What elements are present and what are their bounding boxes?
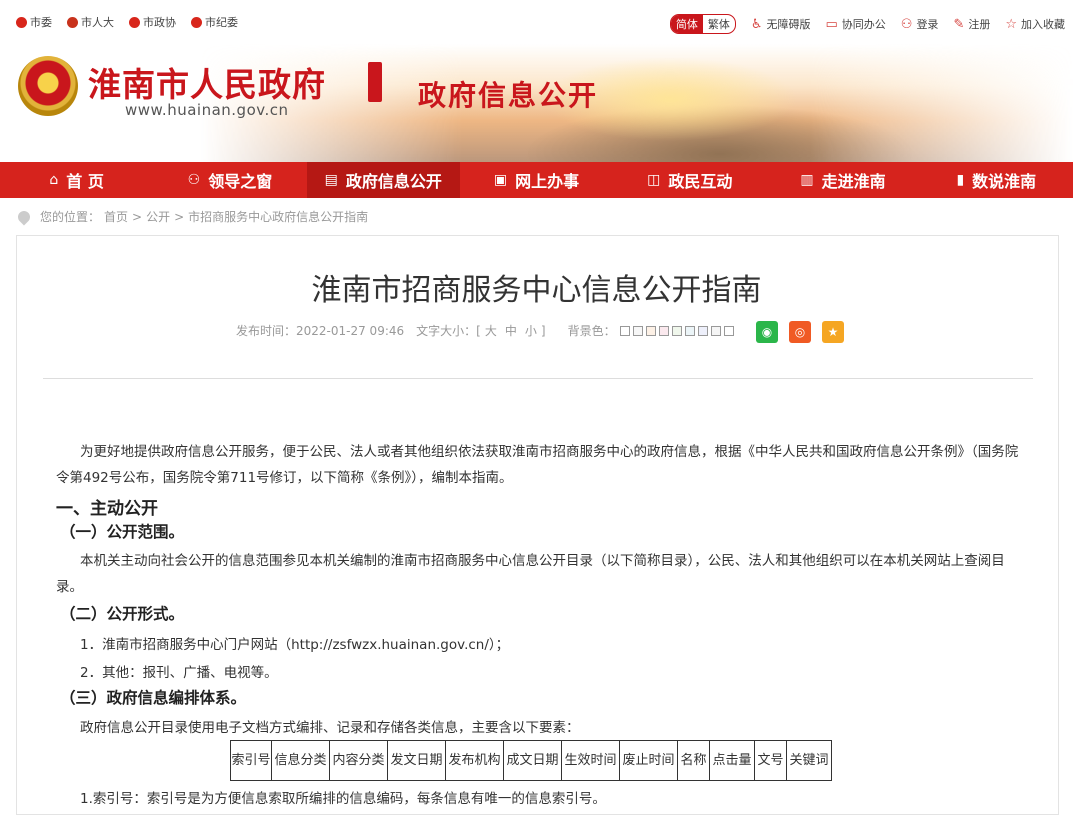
wechat-share-icon[interactable]: ◉ [756, 321, 778, 343]
nav-item-online-services[interactable]: ▣ 网上办事 [460, 162, 613, 198]
table-header-cell: 生效时间 [561, 740, 620, 781]
main-nav: ⌂ 首 页 ⚇ 领导之窗 ▤ 政府信息公开 ▣ 网上办事 ◫ 政民互动 ▥ 走进淮南 ▮ 数说… [0, 162, 1073, 198]
party-icon [191, 16, 202, 28]
nav-item-gov-info[interactable]: ▤ 政府信息公开 [306, 162, 460, 198]
system-paragraph: 政府信息公开目录使用电子文档方式编排、记录和存储各类信息，主要含以下要素： [80, 720, 580, 736]
table-header-cell: 索引号 [230, 740, 272, 781]
document-icon: ▤ [324, 172, 338, 188]
location-icon [15, 208, 33, 225]
table-header-cell: 内容分类 [329, 740, 388, 781]
home-icon: ⌂ [49, 172, 59, 188]
traditional-option[interactable]: 繁体 [703, 15, 735, 33]
people-icon: ⚇ [187, 172, 201, 188]
nav-item-leaders[interactable]: ⚇ 领导之窗 [153, 162, 306, 198]
heading-scope: （一）公开范围。 [60, 522, 185, 541]
bg-swatch[interactable] [671, 325, 682, 336]
nav-item-home[interactable]: ⌂ 首 页 [0, 162, 153, 198]
page-title: 淮南市招商服务中心信息公开指南 [311, 273, 762, 308]
table-header-cell: 关键词 [786, 740, 832, 781]
weibo-share-icon[interactable]: ◎ [789, 321, 811, 343]
heading-active-disclosure: 一、主动公开 [56, 499, 158, 519]
favorite-share-icon[interactable]: ★ [822, 321, 844, 343]
register-link[interactable]: ✎ 注册 [953, 16, 990, 32]
bg-swatches [619, 325, 734, 336]
monitor-icon: ▭ [825, 16, 838, 32]
breadcrumb: 您的位置： 首页 > 公开 > 市招商服务中心政府信息公开指南 [15, 208, 368, 225]
article-meta: 发布时间：2022-01-27 09:46 文字大小：[ 大 中 小 ] 背景色… [236, 322, 734, 339]
bg-swatch[interactable] [619, 325, 630, 336]
divider [43, 378, 1033, 379]
font-size-label: 文字大小：[ [416, 324, 481, 338]
publish-time: 发布时间：2022-01-27 09:46 [236, 324, 405, 338]
collab-link[interactable]: ▭ 协同办公 [825, 16, 885, 32]
user-icon: ⚇ [900, 16, 913, 32]
table-header-cell: 点击量 [709, 740, 755, 781]
nav-item-data[interactable]: ▮ 数说淮南 [920, 162, 1073, 198]
chat-icon: ◫ [647, 172, 661, 188]
top-utility-bar: 市委 市人大 市政协 市纪委 简体 繁体 ♿ 无障碍版 ▭ 协同办公 ⚇ 登录 ✎ 注册… [0, 0, 1073, 44]
breadcrumb-current[interactable]: 市招商服务中心政府信息公开指南 [188, 208, 368, 225]
font-size-small[interactable]: 小 [525, 322, 537, 339]
top-links: 市委 市人大 市政协 市纪委 [16, 14, 238, 30]
breadcrumb-sep: > [174, 209, 185, 224]
monitor-icon: ▣ [493, 172, 508, 188]
table-row: 索引号 信息分类 内容分类 发文日期 发布机构 成文日期 生效时间 废止时间 名… [230, 740, 832, 781]
book-icon: ▥ [800, 172, 814, 188]
seal-icon [368, 62, 382, 102]
wheelchair-icon: ♿ [750, 16, 763, 32]
top-link-municipal-committee[interactable]: 市委 [16, 14, 52, 30]
bg-swatch[interactable] [723, 325, 734, 336]
section-title: 政府信息公开 [418, 79, 599, 112]
table-header-cell: 信息分类 [271, 740, 330, 781]
nav-item-interaction[interactable]: ◫ 政民互动 [613, 162, 766, 198]
site-url: www.huainan.gov.cn [125, 101, 289, 119]
table-header-cell: 发布机构 [445, 740, 504, 781]
heading-form: （二）公开形式。 [60, 604, 185, 623]
star-icon: ☆ [1005, 16, 1017, 32]
table-header-cell: 发文日期 [387, 740, 446, 781]
bg-swatch[interactable] [684, 325, 695, 336]
top-link-peoples-congress[interactable]: 市人大 [67, 14, 114, 30]
accessible-link[interactable]: ♿ 无障碍版 [751, 16, 811, 32]
simplified-option[interactable]: 简体 [670, 15, 703, 33]
bg-swatch[interactable] [697, 325, 708, 336]
party-icon [16, 16, 27, 28]
language-toggle[interactable]: 简体 繁体 [669, 14, 736, 34]
nav-item-about[interactable]: ▥ 走进淮南 [766, 162, 919, 198]
top-link-cppcc[interactable]: 市政协 [129, 14, 176, 30]
form-item-other: 2．其他：报刊、广播、电视等。 [80, 665, 278, 681]
bg-swatch[interactable] [658, 325, 669, 336]
bg-swatch[interactable] [632, 325, 643, 336]
breadcrumb-home[interactable]: 首页 [104, 208, 128, 225]
table-header-cell: 废止时间 [619, 740, 678, 781]
table-header-cell: 成文日期 [503, 740, 562, 781]
top-tools: 简体 繁体 ♿ 无障碍版 ▭ 协同办公 ⚇ 登录 ✎ 注册 ☆ 加入收藏 [669, 14, 1065, 34]
favorite-link[interactable]: ☆ 加入收藏 [1005, 16, 1065, 32]
breadcrumb-sep: > [132, 209, 143, 224]
national-emblem-icon [18, 56, 78, 116]
form-item-website: 1．淮南市招商服务中心门户网站（http://zsfwzx.huainan.go… [80, 637, 510, 653]
bg-color-label: 背景色： [567, 324, 616, 338]
chart-icon: ▮ [956, 172, 965, 188]
intro-paragraph: 为更好地提供政府信息公开服务，便于公民、法人或者其他组织依法获取淮南市招商服务中… [56, 444, 1019, 486]
top-link-discipline[interactable]: 市纪委 [191, 14, 238, 30]
login-link[interactable]: ⚇ 登录 [901, 16, 939, 32]
table-header-cell: 名称 [677, 740, 710, 781]
cppcc-icon [129, 16, 140, 28]
emblem-icon [67, 16, 78, 28]
scope-paragraph: 本机关主动向社会公开的信息范围参见本机关编制的淮南市招商服务中心信息公开目录（以… [56, 553, 1005, 595]
breadcrumb-open[interactable]: 公开 [146, 208, 170, 225]
index-number-paragraph: 1.索引号：索引号是为方便信息索取所编排的信息编码，每条信息有唯一的信息索引号。 [80, 791, 606, 807]
bg-swatch[interactable] [645, 325, 656, 336]
site-header: 淮南市人民政府 www.huainan.gov.cn 政府信息公开 [0, 44, 1073, 162]
edit-icon: ✎ [953, 16, 965, 32]
header-banner-image [200, 44, 1073, 162]
bg-swatch[interactable] [710, 325, 721, 336]
elements-table: 索引号 信息分类 内容分类 发文日期 发布机构 成文日期 生效时间 废止时间 名… [230, 740, 832, 781]
font-size-large[interactable]: 大 [485, 322, 497, 339]
heading-system: （三）政府信息编排体系。 [60, 688, 247, 707]
table-header-cell: 文号 [754, 740, 787, 781]
font-size-medium[interactable]: 中 [505, 322, 517, 339]
site-title[interactable]: 淮南市人民政府 [88, 58, 326, 106]
